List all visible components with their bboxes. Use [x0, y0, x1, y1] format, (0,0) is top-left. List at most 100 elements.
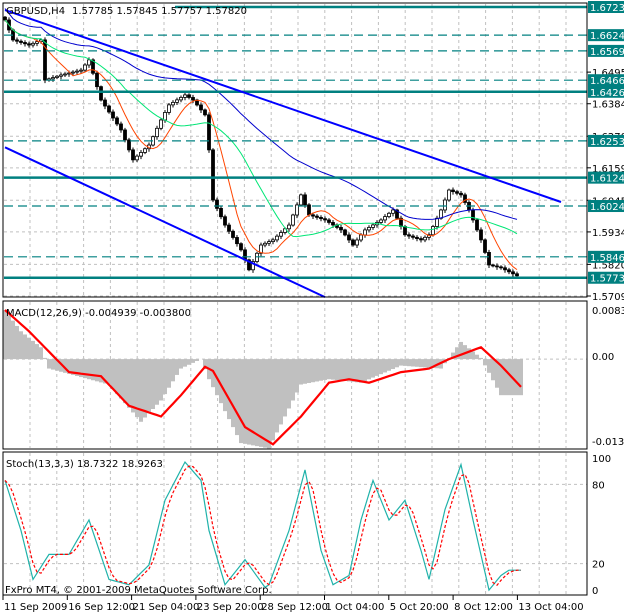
chart-canvas[interactable]: 1.649501.638401.627001.615901.604501.593… [0, 0, 624, 615]
candle-bear [99, 86, 103, 101]
macd-histogram-bar [187, 359, 191, 365]
macd-histogram-bar [515, 359, 519, 396]
candle-bear [323, 218, 327, 221]
candle-bear [207, 114, 211, 151]
macd-histogram-bar [419, 359, 423, 368]
time-axis-label: 16 Sep 12:00 [68, 602, 135, 613]
candle-bull [299, 194, 303, 206]
candle-bull [367, 227, 371, 231]
candle-bear [479, 229, 483, 241]
macd-histogram-bar [323, 359, 327, 380]
candle-bear [459, 192, 463, 196]
candle-bear [211, 149, 215, 201]
macd-histogram-bar [227, 359, 231, 420]
candle-bear [483, 239, 487, 253]
candle-bull [31, 42, 35, 46]
macd-histogram-bar [367, 359, 371, 380]
macd-histogram-bar [391, 359, 395, 370]
macd-histogram-bar [339, 359, 343, 381]
candle-bear [219, 207, 223, 218]
candle-bear [475, 219, 479, 231]
trend-line [4, 9, 562, 203]
candle-bear [491, 264, 495, 267]
macd-histogram-bar [343, 359, 347, 381]
macd-histogram-bar [487, 359, 491, 373]
candle-bear [15, 39, 19, 42]
candle-bear [303, 194, 307, 206]
candle-bear [123, 129, 127, 141]
candle-bull [287, 224, 291, 230]
mt4-chart-window: 1.649501.638401.627001.615901.604501.593… [0, 0, 624, 615]
candle-bear [239, 243, 243, 251]
level-price-label: 1.61245 [590, 174, 624, 185]
macd-histogram-bar [411, 359, 415, 367]
level-price-label: 1.64260 [590, 88, 624, 99]
level-price-label: 1.60249 [590, 202, 624, 213]
macd-histogram-bar [115, 359, 119, 394]
macd-axis-label: -0.01385 [592, 437, 624, 448]
candle-bear [411, 235, 415, 238]
macd-histogram-bar [283, 359, 287, 417]
candle-bull [387, 212, 391, 218]
macd-histogram-bar [427, 359, 431, 368]
time-axis-label: 5 Oct 20:00 [390, 602, 449, 613]
candle-bear [227, 224, 231, 232]
candle-bear [115, 117, 119, 125]
candle-bull [175, 99, 179, 103]
macd-histogram-bar [315, 359, 319, 382]
candle-bull [63, 73, 67, 76]
candle-bear [455, 191, 459, 194]
level-price-label: 1.58465 [590, 253, 624, 264]
macd-histogram-bar [299, 359, 303, 385]
macd-histogram-bar [359, 359, 363, 383]
level-price-label: 1.65695 [590, 47, 624, 58]
candle-bear [131, 149, 135, 161]
price-axis-label: 1.57090 [592, 292, 624, 303]
copyright-text: FxPro MT4, © 2001-2009 MetaQuotes Softwa… [5, 585, 272, 596]
price-axis-label: 1.59340 [592, 228, 624, 239]
macd-histogram-bar [475, 354, 479, 360]
time-axis-label: 13 Oct 04:00 [518, 602, 583, 613]
candle-bear [107, 105, 111, 113]
macd-histogram-bar [383, 359, 387, 373]
candle-bear [511, 271, 515, 275]
macd-histogram-bar [347, 359, 351, 382]
candle-bear [311, 214, 315, 217]
candle-bear [331, 222, 335, 226]
candle-bear [507, 269, 511, 273]
candle-bull [279, 232, 283, 237]
macd-histogram-bar [467, 348, 471, 360]
candle-bear [499, 266, 503, 269]
macd-histogram-bar [407, 359, 411, 367]
macd-histogram-bar [351, 359, 355, 382]
candle-bear [187, 94, 191, 98]
macd-histogram-bar [131, 359, 135, 413]
macd-histogram-bar [503, 359, 507, 396]
macd-histogram-bar [7, 315, 11, 360]
macd-histogram-bar [167, 359, 171, 388]
candle-bear [415, 236, 419, 240]
macd-histogram-bar [163, 359, 167, 395]
stoch-axis-label: 100 [592, 454, 611, 465]
candle-bear [515, 273, 519, 277]
price-axis-label: 1.63840 [592, 100, 624, 111]
candle-bear [327, 219, 331, 223]
price-panel [3, 5, 587, 299]
macd-histogram-bar [171, 359, 175, 382]
level-price-label: 1.67236 [590, 3, 624, 14]
candle-bull [83, 64, 87, 71]
candle-bear [103, 99, 107, 107]
candle-bear [403, 226, 407, 236]
macd-histogram-bar [399, 359, 403, 366]
candle-bear [215, 199, 219, 209]
candle-bull [51, 77, 55, 80]
macd-histogram-bar [35, 344, 39, 360]
macd-histogram-bar [159, 359, 163, 401]
candle-bull [59, 74, 63, 77]
macd-histogram-bar [335, 359, 339, 381]
macd-histogram-bar [363, 359, 367, 382]
candle-bear [3, 16, 7, 21]
stoch-title: Stoch(13,3,3) 18.7322 18.9263 [6, 459, 163, 470]
candle-bull [155, 127, 159, 138]
candle-bull [179, 96, 183, 101]
